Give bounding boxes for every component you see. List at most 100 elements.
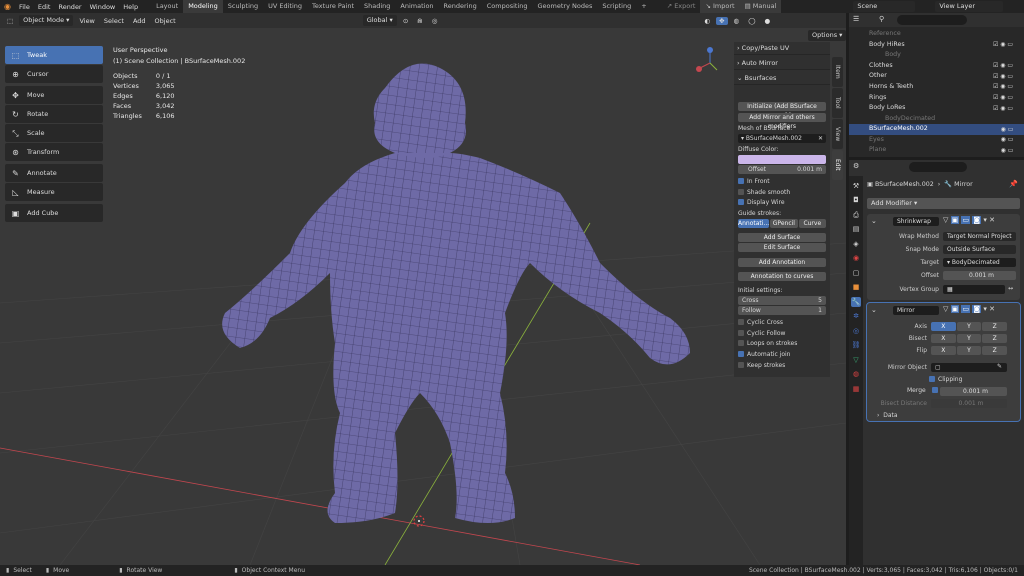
tool-scale[interactable]: ⤡ Scale	[5, 124, 103, 142]
edit-surface-button[interactable]: Edit Surface	[738, 243, 826, 252]
visibility-toggles[interactable]: ☑ ◉ ▭ ☑ ◉ ▭ ☑ ◉ ▭ ☑ ◉ ▭ ☑ ◉ ▭ ☑ ◉ ▭ ◉ ▭ …	[993, 40, 1013, 157]
flip-z-button[interactable]: Z	[982, 346, 1008, 355]
properties-editor-icon[interactable]: ⚙	[853, 162, 859, 170]
visibility-icon[interactable]: ☑ ◉ ▭	[993, 40, 1013, 51]
cross-field[interactable]: Cross 5	[738, 296, 826, 305]
menu-window[interactable]: Window	[86, 3, 120, 11]
menu-help[interactable]: Help	[119, 3, 142, 11]
add-mirror-button[interactable]: Add Mirror and others modifiers	[738, 113, 826, 130]
automatic-join-checkbox[interactable]: Automatic join	[738, 350, 826, 359]
visibility-icon[interactable]	[993, 114, 1013, 125]
render-tab-icon[interactable]: ◘	[851, 195, 861, 205]
physics-tab-icon[interactable]: ◎	[851, 326, 861, 336]
panel-bsurfaces[interactable]: ⌄ Bsurfaces	[734, 72, 830, 85]
flip-x-button[interactable]: X	[931, 346, 956, 355]
bisect-distance-field[interactable]: 0.001 m	[931, 399, 1007, 408]
snap-mode-dropdown[interactable]: Outside Surface	[943, 245, 1016, 254]
follow-field[interactable]: Follow 1	[738, 306, 826, 315]
tool-tab-icon[interactable]: ⚒	[851, 181, 861, 191]
outliner-item-reference[interactable]: Reference	[849, 29, 1024, 40]
add-workspace-icon[interactable]: +	[636, 0, 651, 13]
cyclic-follow-checkbox[interactable]: Cyclic Follow	[738, 329, 826, 338]
offset-field[interactable]: Offset 0.001 m	[738, 165, 826, 174]
menu-add[interactable]: Add	[130, 17, 149, 25]
tab-tool[interactable]: Tool	[832, 88, 843, 118]
data-subpanel[interactable]: › Data	[877, 412, 898, 419]
character-mesh[interactable]	[222, 63, 690, 524]
tool-add-cube[interactable]: ▣ Add Cube	[5, 204, 103, 222]
add-modifier-button[interactable]: Add Modifier ▾	[867, 198, 1020, 209]
overlay-toggle-icon[interactable]: ◍	[731, 17, 743, 25]
collapse-icon[interactable]: ⌄	[871, 217, 877, 225]
texture-tab-icon[interactable]: ▦	[851, 384, 861, 394]
export-button[interactable]: ↗ Export	[662, 0, 701, 13]
tab-shading[interactable]: Shading	[359, 0, 395, 13]
mesh-field[interactable]: ▾ BSurfaceMesh.002 ✕	[738, 134, 826, 143]
diffuse-color-swatch[interactable]	[738, 155, 826, 164]
axis-z-button[interactable]: Z	[982, 322, 1008, 331]
mode-selector[interactable]: Object Mode ▾	[19, 15, 74, 26]
shade-smooth-checkbox[interactable]: Shade smooth	[738, 188, 826, 197]
scene-tab-icon[interactable]: ◈	[851, 239, 861, 249]
tab-edit[interactable]: Edit	[832, 150, 843, 180]
shrinkwrap-name-field[interactable]: Shrinkwrap	[893, 217, 939, 226]
menu-select[interactable]: Select	[101, 17, 127, 25]
tab-modeling[interactable]: Modeling	[183, 0, 223, 13]
outliner-editor-icon[interactable]: ☰	[853, 15, 859, 23]
visibility-icon[interactable]: ◉ ▭	[993, 146, 1014, 157]
guide-tab-gpencil[interactable]: GPencil	[770, 219, 798, 228]
pivot-icon[interactable]: ⊙	[400, 17, 411, 25]
menu-edit[interactable]: Edit	[34, 3, 55, 11]
axis-x-button[interactable]: X	[931, 322, 956, 331]
tab-scripting[interactable]: Scripting	[597, 0, 636, 13]
editor-type-icon[interactable]: ⬚	[4, 17, 16, 25]
tab-rendering[interactable]: Rendering	[439, 0, 482, 13]
visibility-icon[interactable]: ☑ ◉ ▭	[993, 72, 1013, 83]
tab-item[interactable]: Item	[832, 57, 843, 87]
scene-selector[interactable]: Scene	[853, 1, 916, 12]
guide-tab-curve[interactable]: Curve	[798, 219, 826, 228]
add-annotation-button[interactable]: Add Annotation	[738, 258, 826, 267]
tab-view[interactable]: View	[832, 119, 843, 149]
bisect-y-button[interactable]: Y	[956, 334, 982, 343]
options-button[interactable]: Options ▾	[808, 30, 846, 41]
wrap-method-dropdown[interactable]: Target Normal Project	[943, 232, 1016, 241]
tab-uv-editing[interactable]: UV Editing	[263, 0, 307, 13]
annotation-to-curves-button[interactable]: Annotation to curves	[738, 272, 826, 281]
keep-strokes-checkbox[interactable]: Keep strokes	[738, 361, 826, 370]
cyclic-cross-checkbox[interactable]: Cyclic Cross	[738, 318, 826, 327]
constraints-tab-icon[interactable]: ⛓	[851, 340, 861, 350]
3d-viewport[interactable]: ⬚ Object Mode ▾ View Select Add Object G…	[0, 13, 846, 565]
tab-texture-paint[interactable]: Texture Paint	[307, 0, 359, 13]
flip-y-button[interactable]: Y	[956, 346, 982, 355]
blender-logo-icon[interactable]: ◉	[0, 2, 15, 11]
panel-auto-mirror[interactable]: › Auto Mirror	[734, 57, 830, 70]
menu-file[interactable]: File	[15, 3, 34, 11]
tab-compositing[interactable]: Compositing	[482, 0, 533, 13]
snap-icon[interactable]: ⋒	[414, 17, 425, 25]
visibility-icon[interactable]: ☑ ◉ ▭	[993, 93, 1013, 104]
visibility-icon[interactable]: ☑ ◉ ▭	[993, 61, 1013, 72]
shading-solid-icon[interactable]: ●	[761, 17, 773, 25]
shading-wireframe-icon[interactable]: ◯	[745, 17, 758, 25]
outliner-search-input[interactable]	[897, 15, 967, 25]
material-tab-icon[interactable]: ◍	[851, 369, 861, 379]
manual-button[interactable]: ▤ Manual	[739, 0, 782, 13]
tool-annotate[interactable]: ✎ Annotate	[5, 164, 103, 182]
menu-object[interactable]: Object	[152, 17, 179, 25]
tab-sculpting[interactable]: Sculpting	[223, 0, 263, 13]
gizmo-toggle-icon[interactable]: ✥	[716, 16, 728, 25]
object-tab-icon[interactable]: ■	[851, 282, 861, 292]
tab-animation[interactable]: Animation	[395, 0, 438, 13]
bisect-z-button[interactable]: Z	[982, 334, 1008, 343]
transform-orientation[interactable]: Global ▾	[362, 15, 397, 26]
mirror-object-field[interactable]: ▢	[931, 363, 1007, 372]
initialize-button[interactable]: Initialize (Add BSurface mesh)	[738, 102, 826, 119]
pin-icon[interactable]: 📌	[1009, 180, 1018, 188]
collection-tab-icon[interactable]: ▢	[851, 268, 861, 278]
proportional-icon[interactable]: ◎	[429, 17, 441, 25]
tab-geometry-nodes[interactable]: Geometry Nodes	[533, 0, 598, 13]
particles-tab-icon[interactable]: ✲	[851, 311, 861, 321]
merge-field[interactable]: 0.001 m	[940, 387, 1007, 396]
import-button[interactable]: ↘ Import	[700, 0, 740, 13]
